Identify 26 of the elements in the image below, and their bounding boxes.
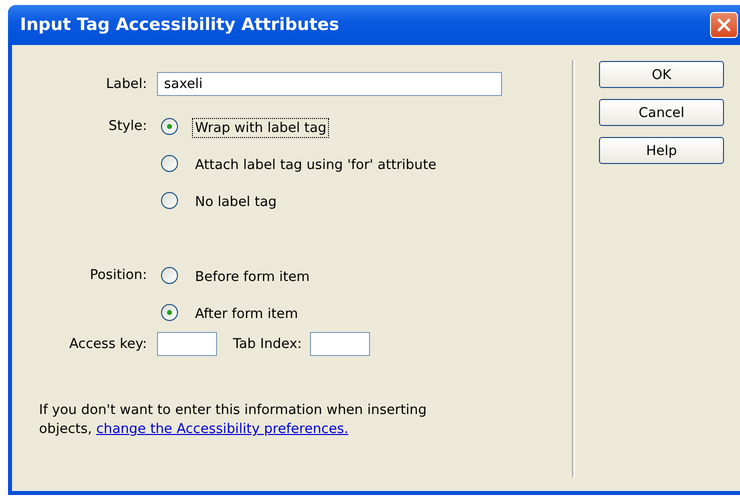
field-label: Tab Index: [233, 336, 302, 352]
input-field[interactable]: saxeli [157, 72, 502, 96]
field-label: Label: [106, 76, 147, 92]
radio-label[interactable]: No label tag [192, 192, 280, 212]
dialog-button[interactable]: OK [599, 61, 724, 88]
input-field[interactable] [157, 332, 217, 356]
radio-button[interactable] [161, 154, 178, 172]
field-label: Access key: [69, 336, 147, 352]
field-label: Position: [90, 267, 147, 283]
radio-button[interactable] [161, 118, 178, 134]
radio-button[interactable] [161, 266, 178, 284]
radio-button[interactable] [161, 304, 178, 320]
field-label: Style: [108, 118, 147, 134]
input-field[interactable] [310, 332, 370, 356]
radio-label[interactable]: Attach label tag using 'for' attribute [192, 155, 440, 175]
dialog-button[interactable]: Help [599, 137, 724, 164]
close-icon [717, 18, 731, 32]
radio-label[interactable]: Before form item [192, 267, 313, 287]
window-title: Input Tag Accessibility Attributes [19, 15, 340, 35]
note-text: If you don't want to enter this information when inserting objects, change the Accessibility preferences. [39, 401, 428, 439]
close-button[interactable] [710, 12, 738, 38]
radio-label[interactable]: Wrap with label tag [192, 118, 330, 138]
dialog-button[interactable]: Cancel [599, 99, 724, 126]
radio-label[interactable]: After form item [192, 304, 301, 324]
preferences-link[interactable]: change the Accessibility preferences. [96, 421, 348, 437]
radio-button[interactable] [161, 192, 178, 208]
